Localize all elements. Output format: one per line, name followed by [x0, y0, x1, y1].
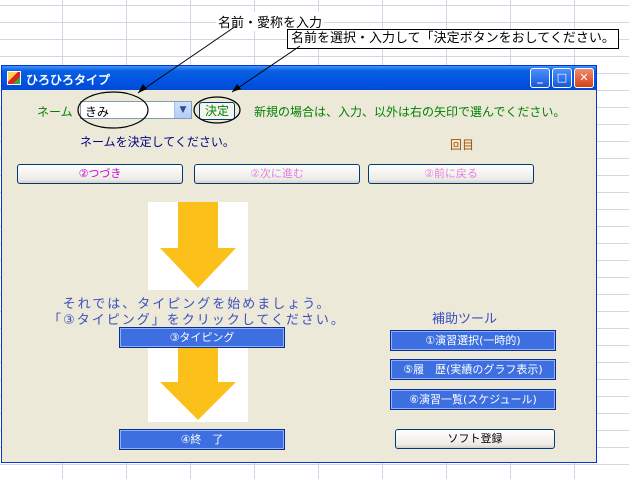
decide-name-hint: ネームを決定してください。 — [80, 135, 235, 149]
auxiliary-tools-label: 補助ツール — [432, 312, 498, 327]
window-title: ひろひろタイプ — [26, 73, 111, 87]
instruction-line-2: 「③タイピング」をクリックしてください。 — [48, 313, 346, 328]
close-button[interactable]: ✕ — [574, 68, 594, 88]
app-icon — [7, 71, 21, 85]
title-bar[interactable]: ひろひろタイプ _ □ ✕ — [2, 66, 596, 90]
name-combobox[interactable]: きみ ▼ — [80, 101, 192, 119]
arrow-down-icon — [148, 202, 248, 290]
end-button[interactable]: ④終 了 — [119, 429, 285, 450]
chevron-down-icon[interactable]: ▼ — [174, 102, 191, 118]
exercise-select-button[interactable]: ①演習選択(一時的) — [390, 330, 556, 351]
name-label: ネーム — [37, 105, 73, 119]
select-instruction-note: 名前を選択・入力して「決定ボタンをおしてください。 — [287, 29, 619, 49]
arrow-down-icon-lower — [148, 346, 248, 422]
new-name-hint: 新規の場合は、入力、以外は右の矢印で選んでください。 — [254, 105, 566, 119]
name-combobox-value: きみ — [85, 105, 110, 119]
next-step-button[interactable]: ②次に進む — [194, 164, 360, 184]
previous-step-button[interactable]: ②前に戻る — [368, 164, 534, 184]
exercise-list-button[interactable]: ⑥演習一覧(スケジュール) — [390, 389, 556, 410]
software-register-button[interactable]: ソフト登録 — [395, 429, 555, 449]
decide-button[interactable]: 決定 — [199, 102, 235, 120]
app-window: ひろひろタイプ _ □ ✕ ネーム きみ ▼ 決定 新規の場合は、入力、以外は右… — [1, 65, 597, 463]
continue-button[interactable]: ②つづき — [17, 164, 183, 184]
history-graph-button[interactable]: ⑤履 歴(実績のグラフ表示) — [390, 359, 556, 380]
minimize-button[interactable]: _ — [530, 68, 550, 88]
session-count-label: 回目 — [450, 138, 475, 152]
maximize-button[interactable]: □ — [552, 68, 572, 88]
typing-button[interactable]: ③タイピング — [119, 327, 285, 348]
